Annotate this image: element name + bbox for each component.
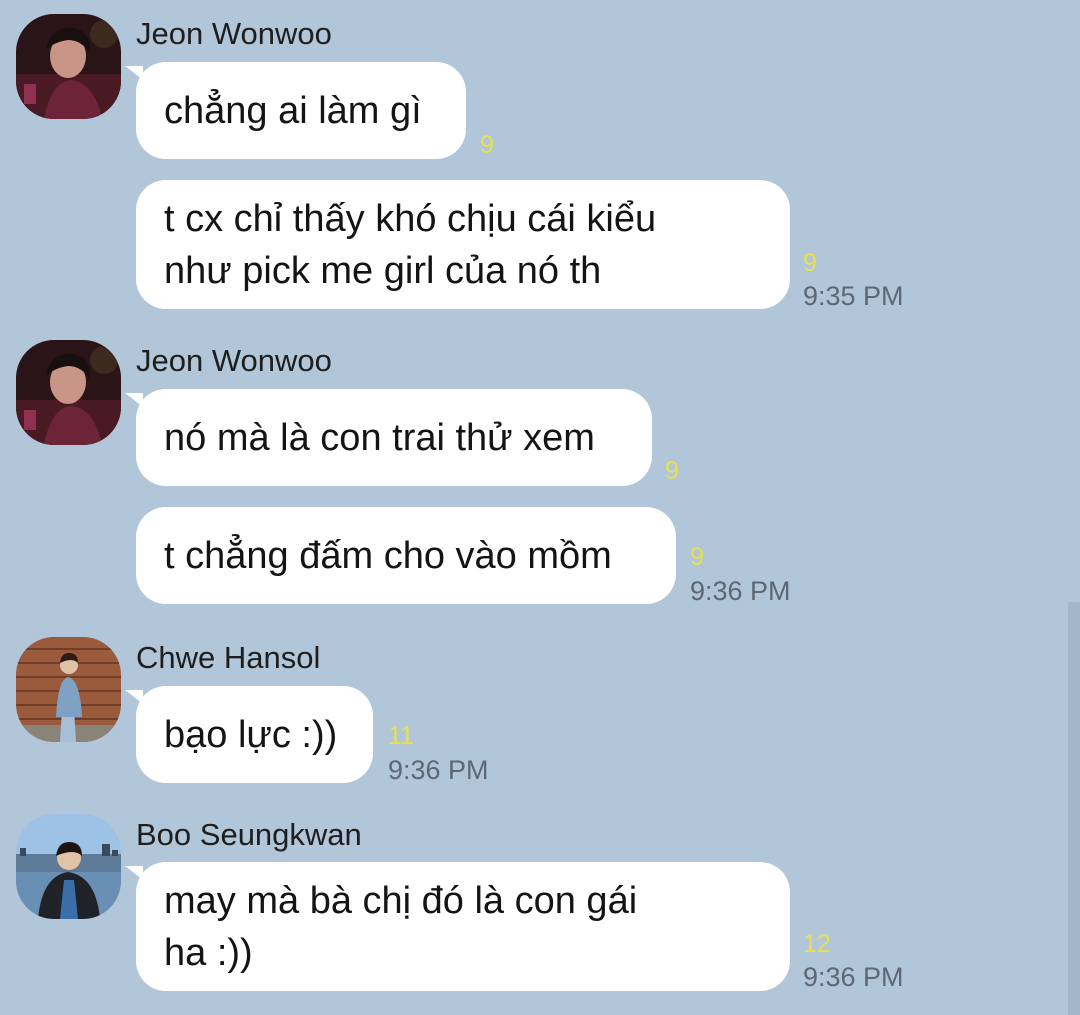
unread-count: 11 [388,722,414,750]
sender-name: Jeon Wonwoo [136,16,332,51]
avatar-chwe-hansol[interactable] [16,637,121,742]
unread-count: 9 [803,249,817,277]
message-bubble[interactable]: bạo lực :)) [125,686,373,783]
message-time: 9:36 PM [803,962,904,992]
message-text: bạo lực :)) [164,713,338,756]
unread-count: 12 [803,930,831,958]
message-bubble[interactable]: t cx chỉ thấy khó chịu cái kiểu như pick… [136,180,790,309]
avatar-photo-jeon-wonwoo [16,14,121,119]
message-bubble[interactable]: chẳng ai làm gì [125,62,466,159]
message-bubble[interactable]: nó mà là con trai thử xem [125,389,652,486]
message-text-line-1: t cx chỉ thấy khó chịu cái kiểu [164,197,657,240]
message-text: nó mà là con trai thử xem [164,416,595,459]
message-text-line-2: như pick me girl của nó th [164,249,602,292]
avatar-photo-boo-seungkwan [16,814,121,919]
avatar-jeon-wonwoo[interactable] [16,14,121,119]
unread-count: 9 [480,131,494,159]
message-text-line-1: may mà bà chị đó là con gái [164,879,638,922]
avatar-photo-jeon-wonwoo [16,340,121,445]
message-bubble[interactable]: t chẳng đấm cho vào mồm [136,507,676,604]
unread-count: 9 [690,543,704,571]
message-bubble[interactable]: may mà bà chị đó là con gái ha :)) [125,862,790,991]
message-time: 9:36 PM [388,755,489,785]
avatar-photo-chwe-hansol [16,637,121,742]
message-time: 9:35 PM [803,281,904,311]
sender-name: Boo Seungkwan [136,817,362,852]
message-text: chẳng ai làm gì [164,89,422,132]
sender-name: Jeon Wonwoo [136,343,332,378]
sender-name: Chwe Hansol [136,640,321,675]
message-time: 9:36 PM [690,576,791,606]
chat-room: Jeon Wonwoo chẳng ai làm gì 9 t cx chỉ t… [0,0,1080,1015]
avatar-jeon-wonwoo[interactable] [16,340,121,445]
message-text-line-2: ha :)) [164,931,253,974]
scrollbar-thumb[interactable] [1068,602,1080,1015]
avatar-boo-seungkwan[interactable] [16,814,121,919]
message-text: t chẳng đấm cho vào mồm [164,534,612,577]
unread-count: 9 [665,457,679,485]
